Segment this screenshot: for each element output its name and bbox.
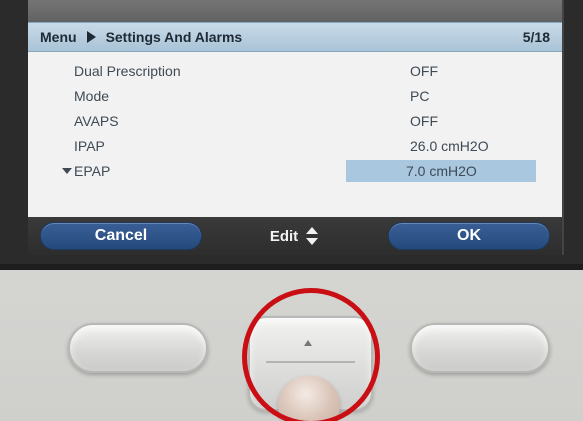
softkey-bar: Cancel Edit OK: [28, 217, 562, 255]
setting-row-mode[interactable]: Mode PC: [28, 83, 562, 108]
up-arrow-icon: [304, 340, 312, 346]
setting-value: 26.0 cmH2O: [410, 137, 489, 154]
title-bar: Menu Settings And Alarms 5/18: [28, 22, 562, 52]
settings-list: Dual Prescription OFF Mode PC AVAPS OFF …: [28, 52, 562, 183]
down-triangle-icon: [62, 168, 72, 174]
setting-row-dual-prescription[interactable]: Dual Prescription OFF: [28, 58, 562, 83]
setting-value: PC: [410, 87, 430, 104]
setting-row-epap[interactable]: EPAP 7.0 cmH2O: [28, 158, 562, 183]
left-hardware-button[interactable]: [68, 323, 208, 373]
screen-bezel: Menu Settings And Alarms 5/18 Dual Presc…: [0, 0, 583, 270]
setting-label: AVAPS: [74, 112, 119, 129]
setting-row-avaps[interactable]: AVAPS OFF: [28, 108, 562, 133]
setting-label: Dual Prescription: [74, 62, 181, 79]
breadcrumb: Menu Settings And Alarms: [40, 29, 242, 45]
ok-button[interactable]: OK: [388, 222, 550, 250]
edit-indicator: Edit: [270, 227, 320, 245]
setting-label: IPAP: [74, 137, 105, 154]
button-divider: [266, 361, 355, 363]
edit-label: Edit: [269, 227, 299, 245]
setting-value: 7.0 cmH2O: [346, 159, 536, 182]
section-label: Settings And Alarms: [105, 29, 243, 45]
up-down-arrows-icon: [304, 227, 320, 245]
page-counter: 5/18: [522, 29, 550, 45]
setting-label: Mode: [74, 87, 110, 104]
cancel-button[interactable]: Cancel: [40, 222, 202, 250]
cancel-label: Cancel: [94, 227, 148, 244]
ok-label: OK: [457, 227, 481, 244]
setting-row-ipap[interactable]: IPAP 26.0 cmH2O: [28, 133, 562, 158]
device-screen: Menu Settings And Alarms 5/18 Dual Presc…: [28, 0, 564, 255]
setting-value: OFF: [410, 62, 438, 79]
setting-value: OFF: [410, 112, 438, 129]
status-bar: [28, 0, 562, 22]
right-triangle-icon: [86, 31, 96, 43]
right-hardware-button[interactable]: [410, 323, 550, 373]
device-photo: Menu Settings And Alarms 5/18 Dual Presc…: [0, 0, 583, 421]
menu-label: Menu: [40, 29, 77, 45]
setting-label: EPAP: [74, 162, 111, 179]
